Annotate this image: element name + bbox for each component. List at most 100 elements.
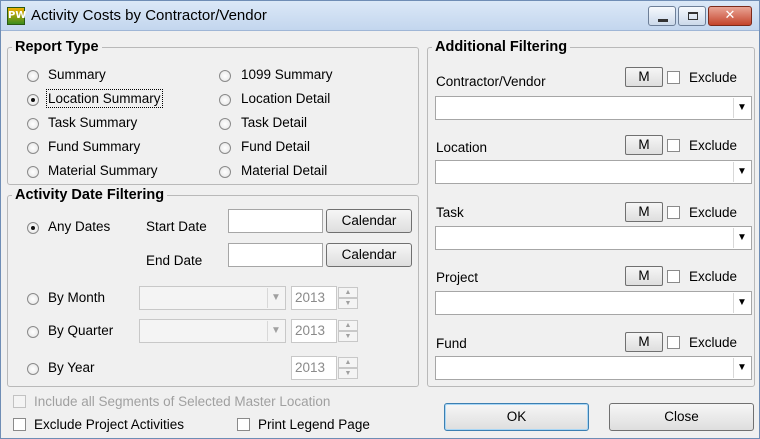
radio-location-detail-label: Location Detail (241, 91, 331, 106)
project-m-button[interactable]: M (625, 266, 663, 286)
radio-by-month-label: By Month (48, 290, 106, 305)
radio-location-summary[interactable] (27, 94, 39, 106)
task-label: Task (436, 205, 464, 220)
task-select[interactable]: ▼ (435, 226, 752, 250)
month-year-spinner[interactable]: 2013 ▲ ▼ (291, 286, 358, 310)
chevron-down-icon: ▼ (267, 288, 284, 308)
radio-location-detail[interactable] (219, 94, 231, 106)
radio-1099-summary[interactable] (219, 70, 231, 82)
radio-1099-summary-label: 1099 Summary (241, 67, 333, 82)
task-exclude-label: Exclude (689, 205, 738, 220)
fund-m-button[interactable]: M (625, 332, 663, 352)
include-segments-checkbox[interactable] (13, 395, 26, 408)
exclude-project-label: Exclude Project Activities (34, 417, 185, 432)
location-m-button[interactable]: M (625, 135, 663, 155)
include-segments-label: Include all Segments of Selected Master … (34, 394, 331, 409)
date-filtering-legend: Activity Date Filtering (15, 187, 165, 203)
end-date-field[interactable] (228, 243, 323, 267)
radio-task-summary[interactable] (27, 118, 39, 130)
print-legend-label: Print Legend Page (258, 417, 370, 432)
ok-button[interactable]: OK (444, 403, 589, 431)
minimize-button[interactable] (648, 6, 676, 26)
radio-any-dates-label: Any Dates (48, 219, 111, 234)
project-select[interactable]: ▼ (435, 291, 752, 315)
contractor-vendor-select[interactable]: ▼ (435, 96, 752, 120)
radio-any-dates[interactable] (27, 222, 39, 234)
radio-task-detail[interactable] (219, 118, 231, 130)
month-select[interactable]: ▼ (139, 286, 286, 310)
radio-material-summary[interactable] (27, 166, 39, 178)
spin-down-icon[interactable]: ▼ (338, 298, 358, 309)
dialog-window: PW Activity Costs by Contractor/Vendor ✕… (0, 0, 760, 439)
app-icon: PW (7, 7, 26, 25)
quarter-year-spinner[interactable]: 2013 ▲ ▼ (291, 319, 358, 343)
spin-up-icon[interactable]: ▲ (338, 357, 358, 368)
start-date-label: Start Date (146, 219, 207, 234)
fund-label: Fund (436, 336, 467, 351)
exclude-project-checkbox[interactable] (13, 418, 26, 431)
quarter-year-value: 2013 (295, 323, 326, 338)
additional-filtering-legend: Additional Filtering (435, 39, 568, 55)
chevron-down-icon: ▼ (733, 228, 750, 248)
location-select[interactable]: ▼ (435, 160, 752, 184)
radio-fund-summary-label: Fund Summary (48, 139, 141, 154)
spin-down-icon[interactable]: ▼ (338, 331, 358, 342)
maximize-icon (688, 12, 698, 20)
radio-fund-summary[interactable] (27, 142, 39, 154)
radio-material-detail[interactable] (219, 166, 231, 178)
project-exclude-label: Exclude (689, 269, 738, 284)
fund-exclude-label: Exclude (689, 335, 738, 350)
chevron-down-icon: ▼ (733, 358, 750, 378)
location-exclude-checkbox[interactable] (667, 139, 680, 152)
radio-material-summary-label: Material Summary (48, 163, 158, 178)
window-title: Activity Costs by Contractor/Vendor (31, 7, 267, 24)
minimize-icon (658, 19, 668, 22)
start-date-field[interactable] (228, 209, 323, 233)
end-date-calendar-button[interactable]: Calendar (326, 243, 412, 267)
radio-by-month[interactable] (27, 293, 39, 305)
location-label: Location (436, 140, 488, 155)
radio-by-quarter-label: By Quarter (48, 323, 114, 338)
project-exclude-checkbox[interactable] (667, 270, 680, 283)
report-type-legend: Report Type (15, 39, 99, 55)
close-window-button[interactable]: ✕ (708, 6, 752, 26)
project-label: Project (436, 270, 479, 285)
quarter-select[interactable]: ▼ (139, 319, 286, 343)
radio-material-detail-label: Material Detail (241, 163, 328, 178)
year-spinner[interactable]: 2013 ▲ ▼ (291, 356, 358, 380)
radio-by-year[interactable] (27, 363, 39, 375)
radio-by-quarter[interactable] (27, 326, 39, 338)
radio-summary-label: Summary (48, 67, 106, 82)
fund-select[interactable]: ▼ (435, 356, 752, 380)
chevron-down-icon: ▼ (733, 162, 750, 182)
end-date-label: End Date (146, 253, 203, 268)
title-bar: PW Activity Costs by Contractor/Vendor ✕ (1, 1, 759, 31)
radio-fund-detail[interactable] (219, 142, 231, 154)
radio-location-summary-label: Location Summary (46, 89, 163, 108)
radio-fund-detail-label: Fund Detail (241, 139, 311, 154)
spin-up-icon[interactable]: ▲ (338, 320, 358, 331)
contractor-vendor-exclude-checkbox[interactable] (667, 71, 680, 84)
spin-up-icon[interactable]: ▲ (338, 287, 358, 298)
contractor-vendor-exclude-label: Exclude (689, 70, 738, 85)
print-legend-checkbox[interactable] (237, 418, 250, 431)
task-exclude-checkbox[interactable] (667, 206, 680, 219)
month-year-value: 2013 (295, 290, 326, 305)
start-date-calendar-button[interactable]: Calendar (326, 209, 412, 233)
close-button[interactable]: Close (609, 403, 754, 431)
contractor-vendor-m-button[interactable]: M (625, 67, 663, 87)
contractor-vendor-label: Contractor/Vendor (436, 74, 546, 89)
location-exclude-label: Exclude (689, 138, 738, 153)
radio-summary[interactable] (27, 70, 39, 82)
task-m-button[interactable]: M (625, 202, 663, 222)
chevron-down-icon: ▼ (267, 321, 284, 341)
radio-task-detail-label: Task Detail (241, 115, 308, 130)
fund-exclude-checkbox[interactable] (667, 336, 680, 349)
maximize-button[interactable] (678, 6, 706, 26)
year-value: 2013 (295, 360, 326, 375)
close-icon: ✕ (724, 8, 736, 23)
radio-task-summary-label: Task Summary (48, 115, 138, 130)
chevron-down-icon: ▼ (733, 98, 750, 118)
chevron-down-icon: ▼ (733, 293, 750, 313)
spin-down-icon[interactable]: ▼ (338, 368, 358, 379)
